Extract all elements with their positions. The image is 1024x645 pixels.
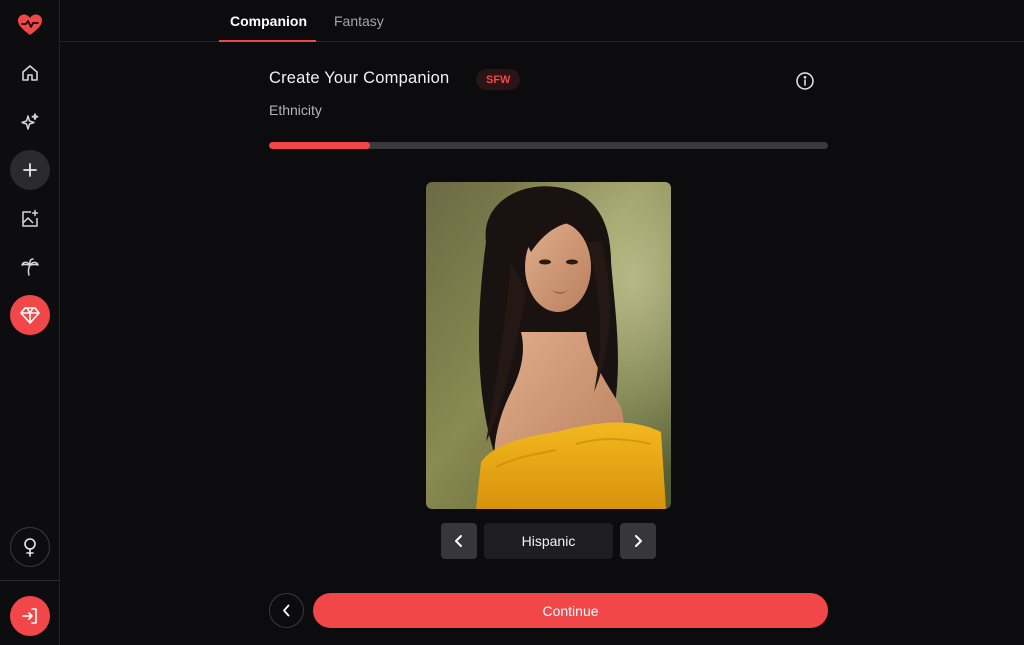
previous-option-button[interactable] bbox=[441, 523, 477, 559]
female-symbol-icon bbox=[24, 538, 36, 557]
progress-fill bbox=[269, 142, 370, 149]
sfw-badge: SFW bbox=[476, 69, 521, 90]
sparkles-icon[interactable] bbox=[10, 102, 50, 142]
diamond-icon bbox=[20, 307, 40, 324]
image-add-icon[interactable] bbox=[10, 199, 50, 239]
chevron-left-icon bbox=[283, 604, 290, 617]
logo-heart-icon[interactable] bbox=[10, 5, 50, 45]
next-option-button[interactable] bbox=[620, 523, 656, 559]
sidebar-divider bbox=[0, 580, 59, 581]
progress-bar bbox=[269, 142, 828, 149]
login-icon bbox=[22, 608, 37, 624]
create-plus-button[interactable] bbox=[10, 150, 50, 190]
continue-button[interactable]: Continue bbox=[313, 593, 828, 628]
chevron-left-icon bbox=[455, 535, 462, 547]
step-label: Ethnicity bbox=[269, 102, 322, 118]
top-tabs-bar bbox=[60, 0, 1024, 42]
premium-diamond-button[interactable] bbox=[10, 295, 50, 335]
plus-icon bbox=[23, 163, 37, 177]
chevron-right-icon bbox=[635, 535, 642, 547]
home-icon[interactable] bbox=[10, 53, 50, 93]
ethnicity-value: Hispanic bbox=[484, 523, 613, 559]
page-title: Create Your Companion bbox=[269, 69, 450, 87]
active-tab-indicator bbox=[219, 40, 316, 42]
info-icon[interactable] bbox=[795, 71, 815, 91]
tab-fantasy[interactable]: Fantasy bbox=[334, 0, 384, 41]
sidebar bbox=[0, 0, 60, 645]
back-button[interactable] bbox=[269, 593, 304, 628]
ethnicity-preview-image bbox=[426, 182, 671, 509]
tab-companion[interactable]: Companion bbox=[230, 0, 307, 41]
gender-female-button[interactable] bbox=[10, 527, 50, 567]
login-button[interactable] bbox=[10, 596, 50, 636]
palm-tree-icon[interactable] bbox=[10, 247, 50, 287]
